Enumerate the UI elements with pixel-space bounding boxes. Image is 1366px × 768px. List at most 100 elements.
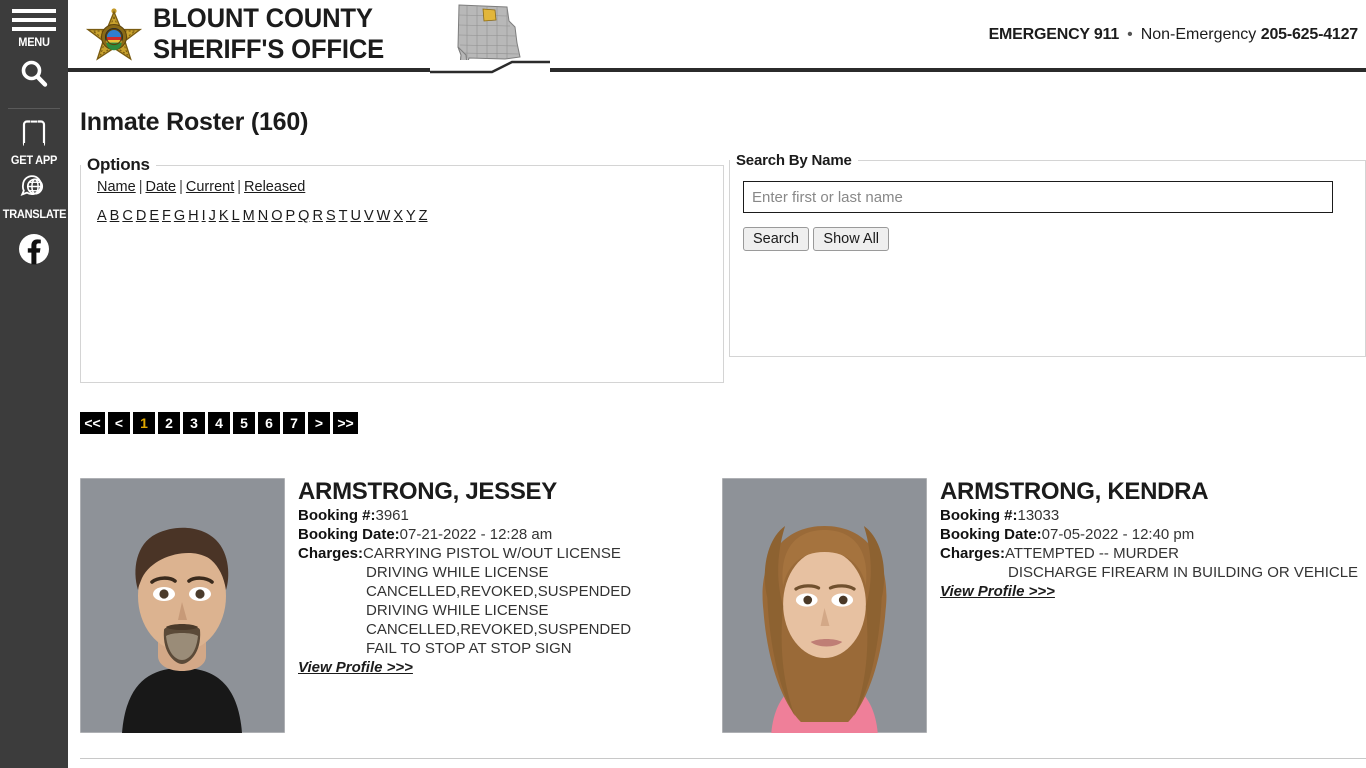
left-sidebar: MENU GET APP TRANSLATE — [0, 0, 68, 768]
alphabet-link-c[interactable]: C — [122, 208, 132, 224]
inmate-charges-row: Charges:ATTEMPTED -- MURDER DISCHARGE FIR… — [940, 544, 1362, 582]
alphabet-link-z[interactable]: Z — [419, 208, 428, 224]
pagination: << <1 2 3 4 5 6 7 > >> — [80, 412, 361, 434]
booking-number-label: Booking #: — [940, 507, 1018, 524]
alphabet-link-f[interactable]: F — [162, 208, 171, 224]
pagination-page-5[interactable]: 5 — [233, 412, 255, 434]
options-legend: Options — [87, 155, 150, 174]
charge-item: DRIVING WHILE LICENSE CANCELLED,REVOKED,… — [366, 564, 632, 600]
sheriff-star-badge-icon — [85, 8, 143, 61]
inmate-booking-date-row: Booking Date:07-05-2022 - 12:40 pm — [940, 525, 1362, 544]
section-divider — [80, 758, 1366, 759]
sidebar-item-facebook[interactable] — [0, 221, 68, 270]
alphabet-link-y[interactable]: Y — [406, 208, 416, 224]
alphabet-link-a[interactable]: A — [97, 208, 107, 224]
pagination-page-3[interactable]: 3 — [183, 412, 205, 434]
non-emergency-label: Non-Emergency — [1140, 26, 1257, 43]
booking-date-value: 07-21-2022 - 12:28 am — [399, 526, 553, 543]
alphabet-link-o[interactable]: O — [271, 208, 282, 224]
alphabet-link-g[interactable]: G — [174, 208, 185, 224]
charge-item: DRIVING WHILE LICENSE CANCELLED,REVOKED,… — [366, 602, 632, 638]
booking-date-value: 07-05-2022 - 12:40 pm — [1041, 526, 1195, 543]
pagination-prev[interactable]: < — [108, 412, 130, 434]
organization-title: BLOUNT COUNTY SHERIFF'S OFFICE — [153, 3, 384, 65]
sidebar-item-translate[interactable]: TRANSLATE — [0, 167, 68, 221]
mugshot-image — [80, 478, 285, 733]
options-panel: Options Name | Date | Current | Released ABCDE… — [80, 155, 724, 383]
booking-number-label: Booking #: — [298, 507, 376, 524]
alphabet-link-r[interactable]: R — [312, 208, 322, 224]
pagination-first[interactable]: << — [80, 412, 105, 434]
inmate-booking-number-row: Booking #:13033 — [940, 506, 1362, 525]
booking-number-value: 3961 — [375, 507, 409, 524]
alphabet-link-h[interactable]: H — [188, 208, 198, 224]
sort-link-current[interactable]: Current — [186, 179, 234, 195]
search-button-row: Search Show All — [743, 227, 1365, 251]
pagination-page-6[interactable]: 6 — [258, 412, 280, 434]
alphabet-link-d[interactable]: D — [136, 208, 146, 224]
inmate-details: ARMSTRONG, JESSEY Booking #:3961 Booking… — [298, 472, 720, 677]
pagination-page-4[interactable]: 4 — [208, 412, 230, 434]
alphabet-link-e[interactable]: E — [149, 208, 159, 224]
alphabet-link-v[interactable]: V — [364, 208, 374, 224]
menu-label: MENU — [18, 35, 50, 49]
alphabet-link-p[interactable]: P — [286, 208, 296, 224]
charge-item: FAIL TO STOP AT STOP SIGN — [366, 640, 572, 657]
header-notch-decoration — [430, 60, 550, 76]
sort-link-released[interactable]: Released — [244, 179, 305, 195]
alphabet-link-u[interactable]: U — [350, 208, 360, 224]
search-input[interactable] — [743, 181, 1333, 213]
show-all-button[interactable]: Show All — [813, 227, 890, 251]
org-title-line1: BLOUNT COUNTY — [153, 3, 373, 33]
alphabet-link-j[interactable]: J — [209, 208, 216, 224]
alphabet-link-l[interactable]: L — [232, 208, 240, 224]
phone-app-icon — [22, 120, 46, 148]
header-bottom-border — [68, 68, 1366, 72]
view-profile-link[interactable]: View Profile >>> — [298, 659, 413, 676]
pagination-last[interactable]: >> — [333, 412, 358, 434]
booking-number-value: 13033 — [1017, 507, 1060, 524]
alphabet-link-q[interactable]: Q — [298, 208, 309, 224]
search-legend: Search By Name — [736, 152, 852, 169]
main-content: Inmate Roster (160) Options Name | Date | Cu… — [68, 72, 1366, 768]
sort-link-date[interactable]: Date — [145, 179, 176, 195]
search-button[interactable]: Search — [743, 227, 809, 251]
sidebar-label-get-app: GET APP — [10, 153, 58, 167]
opt-sep-2: | — [179, 179, 183, 195]
alphabet-link-s[interactable]: S — [326, 208, 336, 224]
emergency-label: EMERGENCY 911 — [988, 26, 1120, 43]
booking-date-label: Booking Date: — [298, 526, 400, 543]
alphabet-link-k[interactable]: K — [219, 208, 229, 224]
org-title-line2: SHERIFF'S OFFICE — [153, 34, 385, 64]
sort-links-row: Name | Date | Current | Released — [97, 179, 723, 195]
sidebar-search-button[interactable] — [0, 49, 68, 104]
alphabet-link-m[interactable]: M — [243, 208, 255, 224]
charge-item: DISCHARGE FIREARM IN BUILDING OR VEHICLE — [1008, 564, 1359, 581]
charge-item: ATTEMPTED -- MURDER — [1005, 545, 1179, 562]
hamburger-icon — [12, 9, 56, 31]
alphabet-link-w[interactable]: W — [377, 208, 391, 224]
inmate-booking-number-row: Booking #:3961 — [298, 506, 720, 525]
site-header: BLOUNT COUNTY SHERIFF'S OFFICE Alabama E… — [68, 0, 1366, 78]
alphabet-link-b[interactable]: B — [110, 208, 120, 224]
alphabet-link-i[interactable]: I — [202, 208, 206, 224]
alphabet-link-t[interactable]: T — [339, 208, 348, 224]
pagination-next[interactable]: > — [308, 412, 330, 434]
pagination-page-7[interactable]: 7 — [283, 412, 305, 434]
view-profile-link[interactable]: View Profile >>> — [940, 583, 1055, 600]
facebook-icon — [19, 234, 49, 265]
alphabet-link-n[interactable]: N — [258, 208, 268, 224]
mugshot-image — [722, 478, 927, 733]
emergency-separator: • — [1127, 26, 1133, 43]
sidebar-label-translate: TRANSLATE — [2, 207, 67, 221]
sidebar-item-get-app[interactable]: GET APP — [0, 109, 68, 167]
pagination-page-1[interactable]: 1 — [133, 412, 155, 434]
charges-label: Charges: — [940, 545, 1006, 562]
pagination-page-2[interactable]: 2 — [158, 412, 180, 434]
sort-link-name[interactable]: Name — [97, 179, 136, 195]
alphabet-filter-row: ABCDEFGHIJKLMNOPQRSTUVWXYZ — [97, 208, 723, 224]
alphabet-link-x[interactable]: X — [393, 208, 403, 224]
menu-button[interactable]: MENU — [0, 0, 68, 49]
opt-sep-1: | — [138, 179, 143, 195]
globe-translate-icon — [20, 175, 44, 196]
